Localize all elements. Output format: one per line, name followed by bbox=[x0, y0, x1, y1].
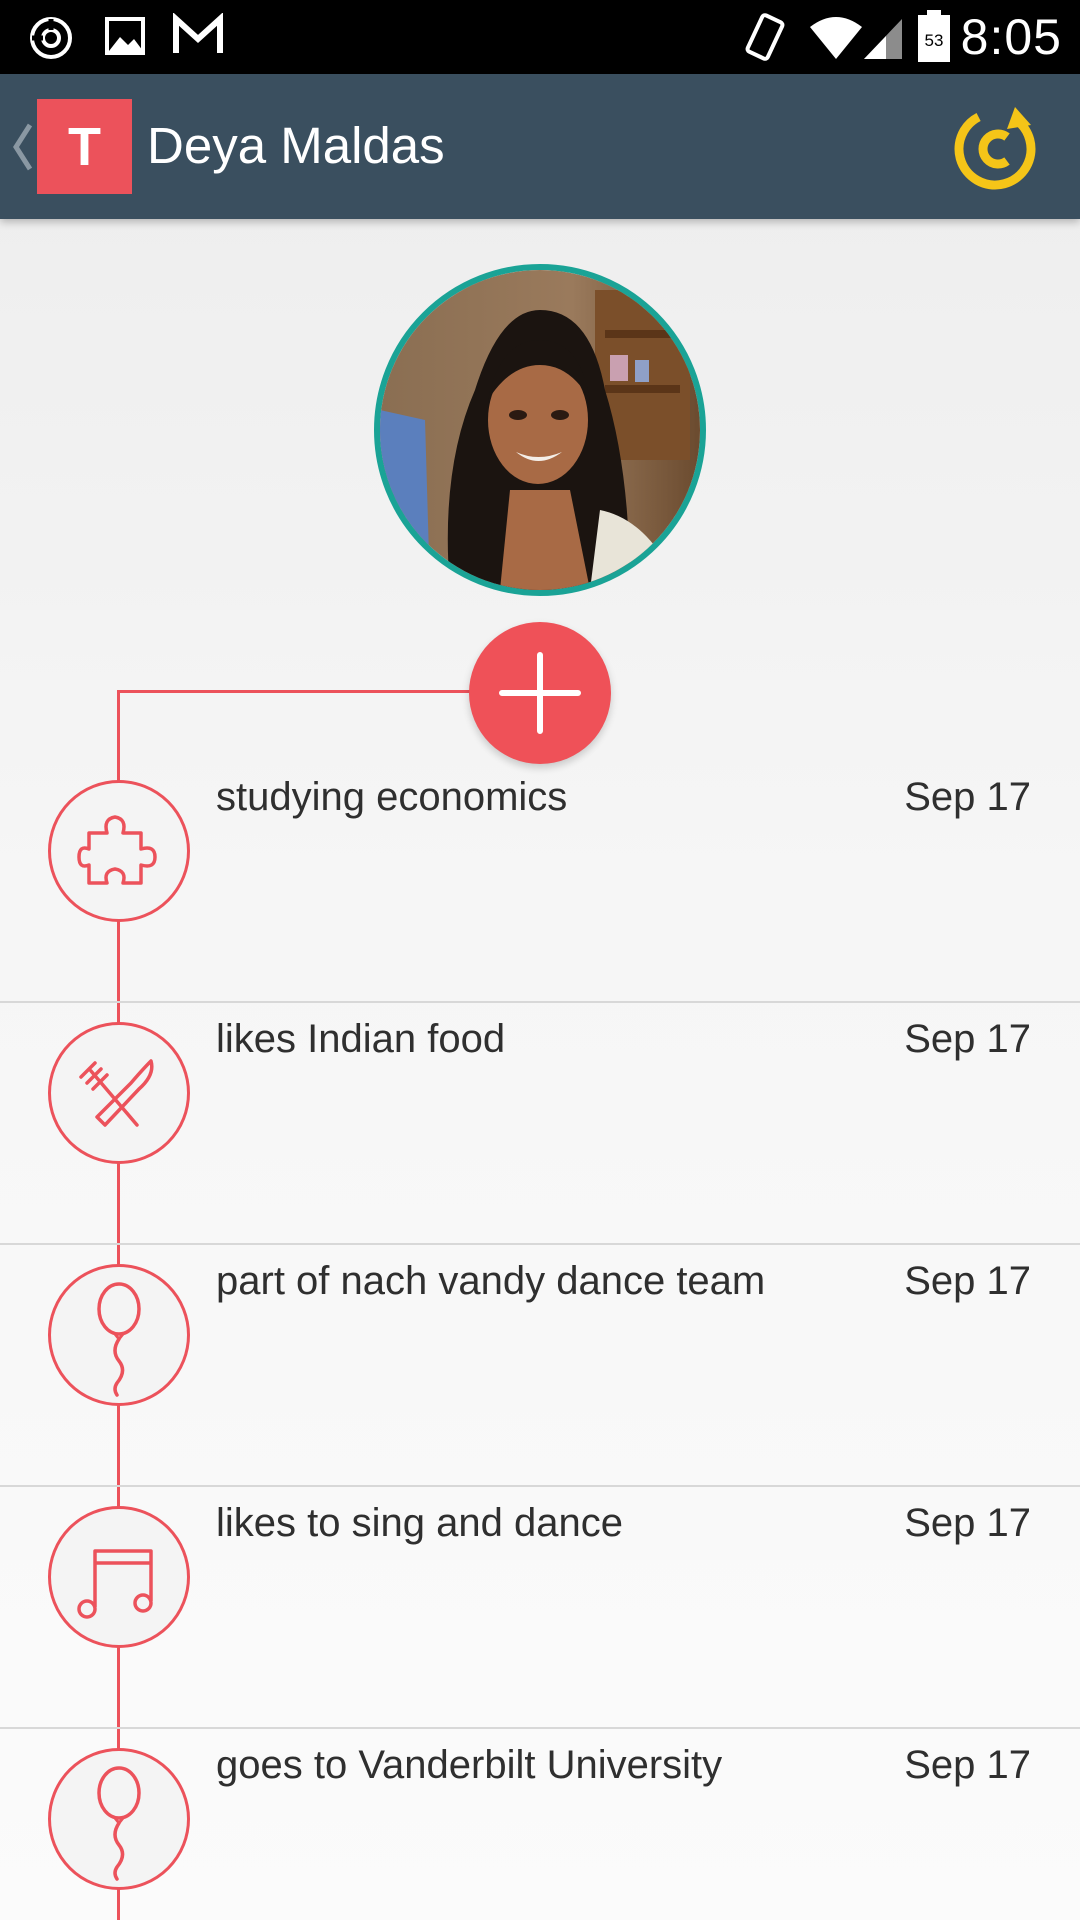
wifi-icon bbox=[808, 13, 864, 68]
plus-icon bbox=[499, 652, 581, 734]
refresh-icon[interactable] bbox=[945, 99, 1045, 199]
list-item[interactable]: likes Indian food Sep 17 bbox=[0, 1004, 1080, 1245]
avatar[interactable] bbox=[374, 264, 706, 596]
item-label: likes to sing and dance bbox=[216, 1501, 623, 1545]
item-date: Sep 17 bbox=[904, 1259, 1031, 1303]
vibrate-icon bbox=[742, 13, 788, 68]
music-note-icon bbox=[48, 1506, 190, 1648]
puzzle-icon bbox=[48, 780, 190, 922]
status-bar: 53 8:05 bbox=[0, 0, 1080, 74]
gmail-icon bbox=[172, 12, 224, 64]
gallery-icon bbox=[103, 13, 149, 64]
list-item[interactable]: part of nach vandy dance team Sep 17 bbox=[0, 1246, 1080, 1487]
fork-knife-icon bbox=[48, 1022, 190, 1164]
item-date: Sep 17 bbox=[904, 1017, 1031, 1061]
timeline-connector bbox=[117, 690, 477, 693]
item-label: likes Indian food bbox=[216, 1017, 506, 1061]
balloon-icon bbox=[48, 1264, 190, 1406]
add-button[interactable] bbox=[469, 622, 611, 764]
divider bbox=[0, 1001, 1080, 1003]
item-label: part of nach vandy dance team bbox=[216, 1259, 766, 1303]
item-label: studying economics bbox=[216, 775, 568, 819]
signal-icon bbox=[860, 13, 906, 68]
item-label: goes to Vanderbilt University bbox=[216, 1743, 723, 1787]
divider bbox=[0, 1485, 1080, 1487]
status-time: 8:05 bbox=[960, 9, 1062, 65]
svg-text:53: 53 bbox=[925, 31, 944, 50]
divider bbox=[0, 1727, 1080, 1729]
list-item[interactable]: likes to sing and dance Sep 17 bbox=[0, 1488, 1080, 1729]
screen: 53 8:05 T Deya Maldas studying economics… bbox=[0, 0, 1080, 1920]
page-title: Deya Maldas bbox=[147, 117, 445, 174]
balloon-icon bbox=[48, 1748, 190, 1890]
svg-text:T: T bbox=[68, 117, 101, 177]
sync-icon bbox=[26, 13, 76, 68]
item-date: Sep 17 bbox=[904, 775, 1031, 819]
item-date: Sep 17 bbox=[904, 1743, 1031, 1787]
app-logo[interactable]: T bbox=[37, 99, 132, 194]
app-bar: T Deya Maldas bbox=[0, 74, 1080, 219]
chevron-left-icon[interactable] bbox=[10, 119, 34, 180]
item-date: Sep 17 bbox=[904, 1501, 1031, 1545]
battery-icon: 53 bbox=[916, 8, 952, 69]
list-item[interactable]: studying economics Sep 17 bbox=[0, 762, 1080, 1003]
list-item[interactable]: goes to Vanderbilt University Sep 17 bbox=[0, 1730, 1080, 1920]
divider bbox=[0, 1243, 1080, 1245]
